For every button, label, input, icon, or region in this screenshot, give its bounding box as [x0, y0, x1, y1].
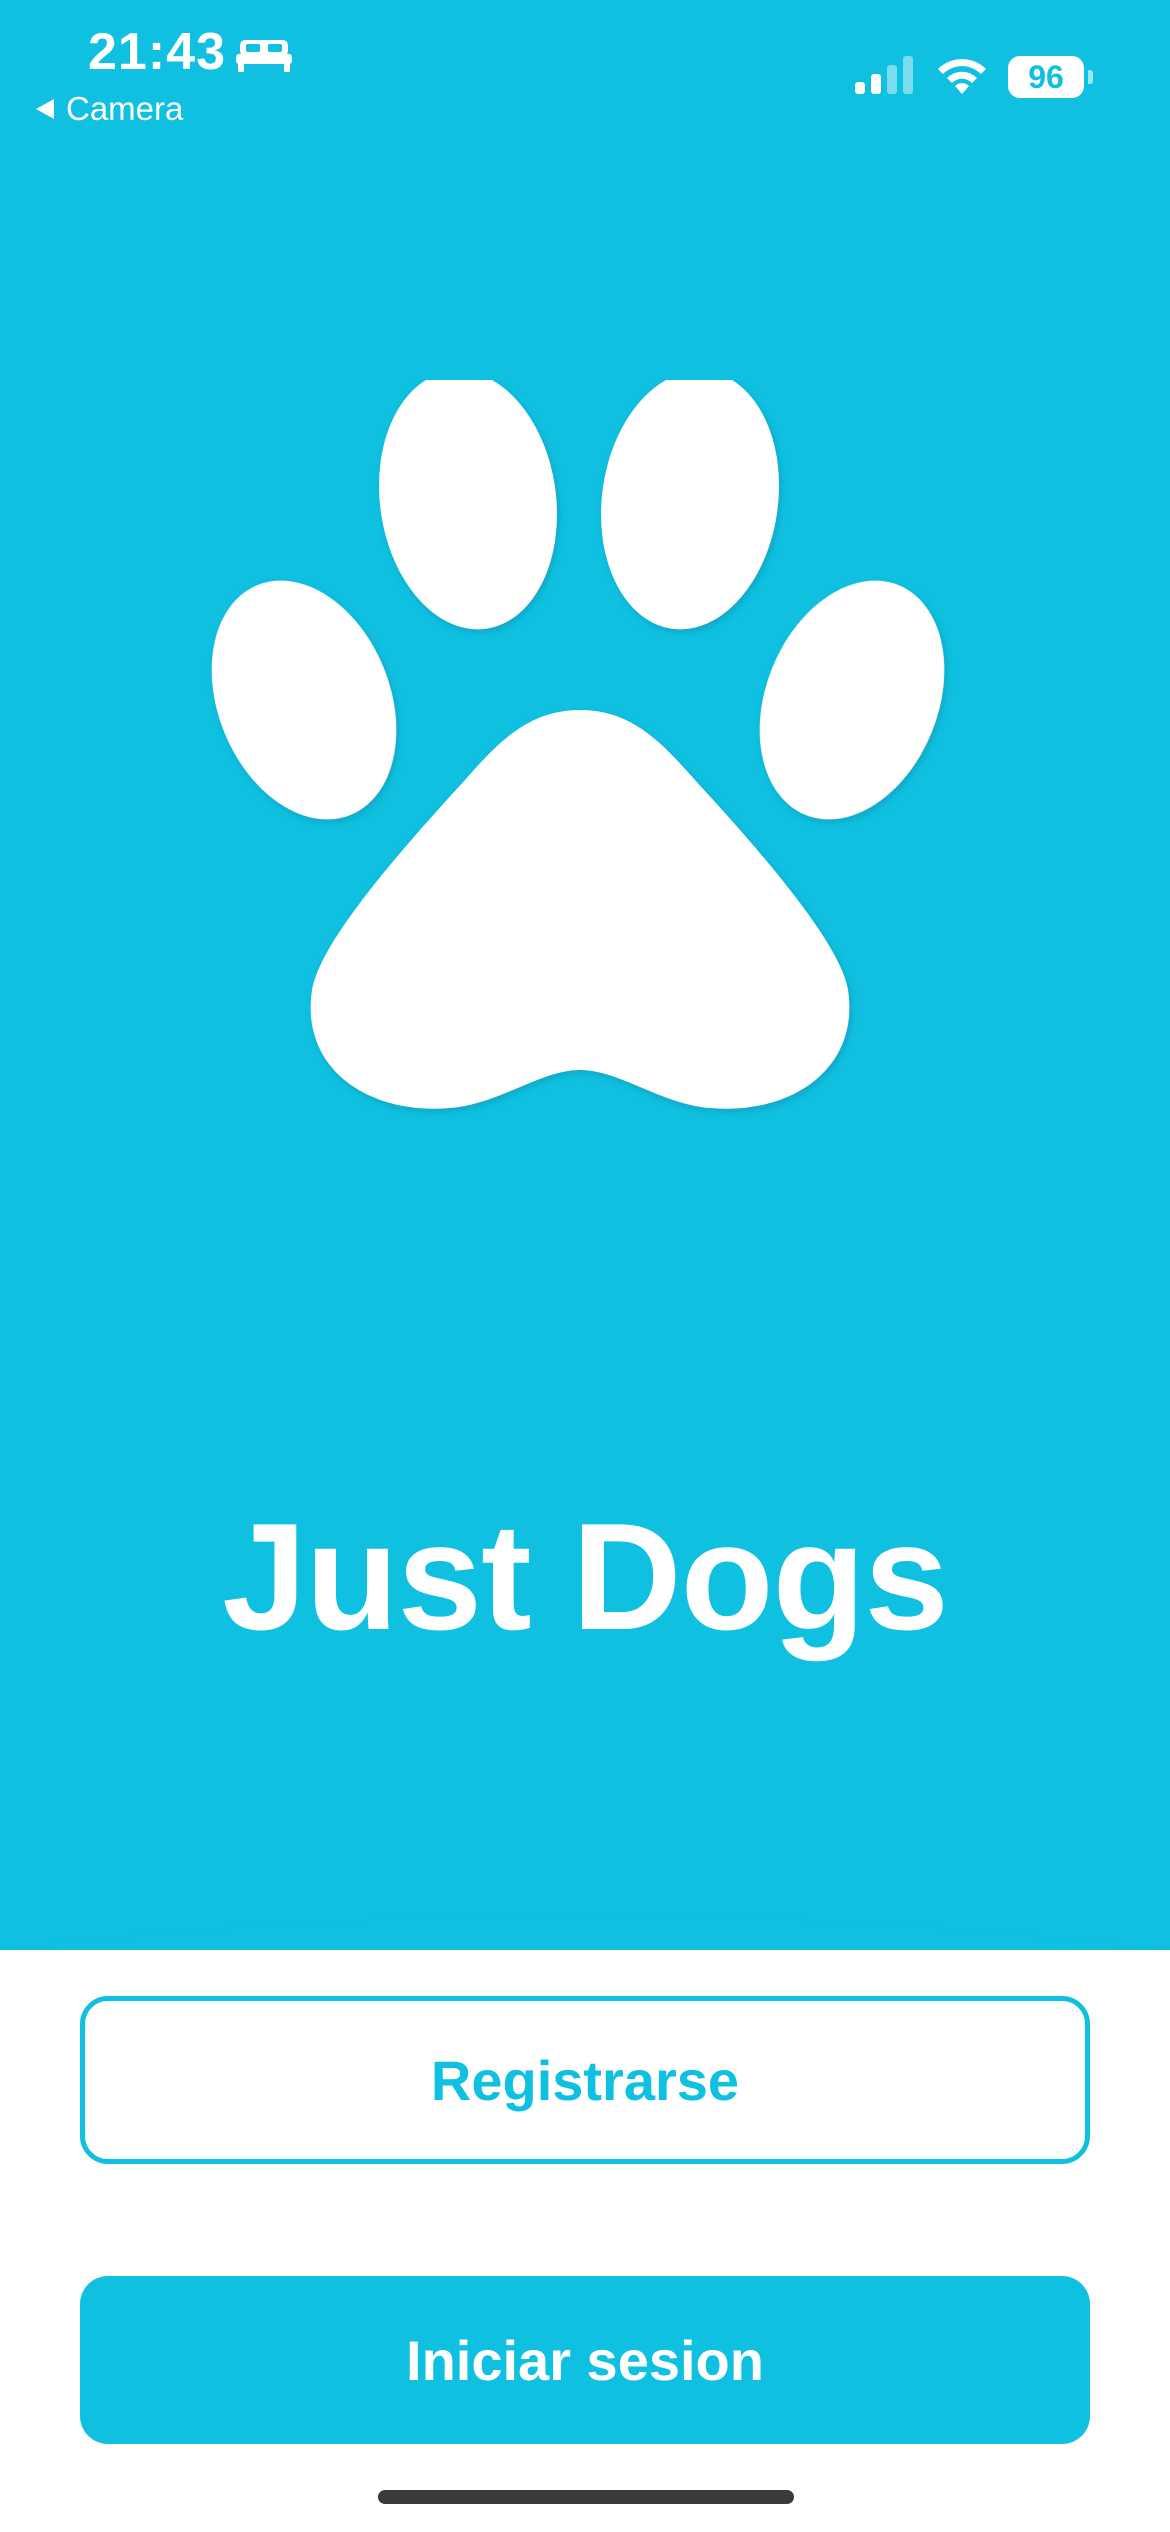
app-title: Just Dogs	[222, 1492, 949, 1662]
welcome-screen: 21:43 Camera 96 Just Dogs Registrarse In…	[0, 0, 1170, 2532]
battery-icon: 96	[1008, 56, 1084, 98]
status-time: 21:43	[88, 23, 226, 81]
home-indicator[interactable]	[378, 2490, 794, 2504]
register-button[interactable]: Registrarse	[80, 1996, 1090, 2164]
battery-tip	[1088, 70, 1093, 84]
signal-icon	[855, 56, 913, 94]
login-button[interactable]: Iniciar sesion	[80, 2276, 1090, 2444]
back-arrow-icon	[36, 99, 54, 119]
back-link-label: Camera	[66, 90, 184, 127]
login-button-label: Iniciar sesion	[406, 2328, 764, 2392]
register-button-label: Registrarse	[430, 2048, 740, 2112]
bed-icon	[236, 40, 292, 72]
paw-icon	[211, 380, 945, 1109]
wifi-icon	[938, 59, 986, 94]
back-to-camera-link[interactable]: Camera	[36, 90, 183, 128]
